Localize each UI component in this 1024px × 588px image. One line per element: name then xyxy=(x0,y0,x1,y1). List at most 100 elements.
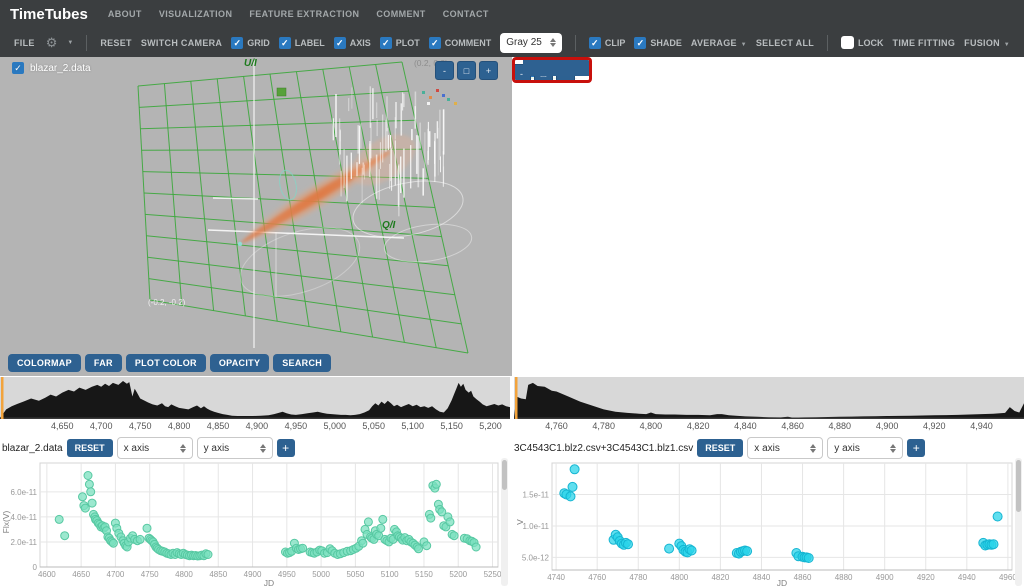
gear-icon[interactable]: ⚙ xyxy=(46,35,58,51)
toggle-label: LABEL xyxy=(295,38,325,48)
zoom-out-button[interactable]: - xyxy=(435,61,454,80)
nav-about[interactable]: ABOUT xyxy=(108,9,142,19)
scatter-chart-right[interactable]: 4740476047804800482048404860488049004920… xyxy=(512,460,1024,588)
data-point[interactable] xyxy=(109,539,117,547)
data-point[interactable] xyxy=(55,515,63,523)
checkbox-plot[interactable]: ✓PLOT xyxy=(380,37,420,49)
checkbox-clip[interactable]: ✓ CLIP xyxy=(589,37,626,49)
fusion-menu[interactable]: FUSION ▼ xyxy=(964,38,1010,48)
x-axis-select[interactable]: x axis xyxy=(117,437,193,459)
data-point[interactable] xyxy=(665,544,674,553)
average-menu[interactable]: AVERAGE ▼ xyxy=(691,38,747,48)
data-point[interactable] xyxy=(204,551,212,559)
zoom-reset-button[interactable]: □ xyxy=(457,61,476,80)
check-icon: ✓ xyxy=(334,37,346,49)
time-cursor[interactable] xyxy=(1,377,4,419)
timeline-tick: 4,900 xyxy=(876,421,899,431)
tool-far[interactable]: FAR xyxy=(85,354,122,372)
data-point[interactable] xyxy=(570,465,579,474)
scrollbar-thumb[interactable] xyxy=(1016,460,1021,512)
x-tick: 4920 xyxy=(917,573,935,582)
updown-icon xyxy=(550,38,556,47)
tool-plot-color[interactable]: PLOT COLOR xyxy=(126,354,206,372)
tool-colormap[interactable]: COLORMAP xyxy=(8,354,81,372)
data-point[interactable] xyxy=(450,532,458,540)
reset-button[interactable]: RESET xyxy=(100,38,132,48)
data-point[interactable] xyxy=(379,515,387,523)
data-point[interactable] xyxy=(472,543,480,551)
add-plot-button[interactable]: + xyxy=(277,439,295,457)
data-point[interactable] xyxy=(359,539,367,547)
data-point[interactable] xyxy=(568,482,577,491)
y-tick: 2.0e-11 xyxy=(10,538,37,547)
tool-opacity[interactable]: OPACITY xyxy=(210,354,269,372)
x-tick: 4950 xyxy=(278,570,296,579)
checkbox-shade[interactable]: ✓ SHADE xyxy=(634,37,682,49)
check-icon[interactable]: ✓ xyxy=(12,62,24,74)
checkbox-axis[interactable]: ✓AXIS xyxy=(334,37,371,49)
data-point[interactable] xyxy=(446,518,454,526)
data-point[interactable] xyxy=(432,480,440,488)
data-point[interactable] xyxy=(299,544,307,552)
data-point[interactable] xyxy=(415,545,423,553)
time-fitting-button[interactable]: TIME FITTING xyxy=(893,38,956,48)
tool-colormap[interactable]: COLORMAP xyxy=(523,57,592,76)
data-point[interactable] xyxy=(804,554,813,563)
x-tick: 5100 xyxy=(381,570,399,579)
data-point[interactable] xyxy=(61,532,69,540)
histogram-right xyxy=(514,377,1024,419)
nav-feature-extraction[interactable]: FEATURE EXTRACTION xyxy=(249,9,359,19)
nav-contact[interactable]: CONTACT xyxy=(443,9,489,19)
checkbox-lock[interactable]: LOCK xyxy=(841,36,884,49)
scatter-chart-left[interactable]: 4600465047004750480048504900495050005050… xyxy=(0,460,512,588)
data-point[interactable] xyxy=(989,540,998,549)
data-point[interactable] xyxy=(84,472,92,480)
data-point[interactable] xyxy=(81,504,89,512)
time-cursor[interactable] xyxy=(515,377,518,419)
y-axis-select[interactable]: y axis xyxy=(197,437,273,459)
data-point[interactable] xyxy=(87,488,95,496)
divider xyxy=(575,35,576,51)
data-point[interactable] xyxy=(377,524,385,532)
axis-label-qi: Q/I xyxy=(382,220,396,231)
zoom-in-button[interactable]: + xyxy=(479,61,498,80)
y-axis-select[interactable]: y axis xyxy=(827,437,903,459)
add-plot-button[interactable]: + xyxy=(907,439,925,457)
timeline-axis-right: 4,7604,7804,8004,8204,8404,8604,8804,900… xyxy=(514,421,1024,434)
data-point[interactable] xyxy=(136,535,144,543)
tool-search[interactable]: SEARCH xyxy=(273,354,331,372)
data-point[interactable] xyxy=(364,518,372,526)
data-point[interactable] xyxy=(85,480,93,488)
data-point[interactable] xyxy=(993,512,1002,521)
data-point[interactable] xyxy=(687,546,696,555)
chevron-down-icon[interactable]: ▼ xyxy=(67,40,73,46)
data-point[interactable] xyxy=(143,524,151,532)
timeline-tick: 5,200 xyxy=(479,421,502,431)
scrollbar[interactable] xyxy=(1015,458,1022,586)
nav-comment[interactable]: COMMENT xyxy=(376,9,425,19)
scrollbar-thumb[interactable] xyxy=(502,460,507,490)
colormap-select[interactable]: Gray 25 xyxy=(500,33,562,53)
data-point[interactable] xyxy=(743,547,752,556)
data-point[interactable] xyxy=(566,492,575,501)
data-point[interactable] xyxy=(427,514,435,522)
tube-view-left[interactable]: U/I (0.2, 0.2) Q/I (-0.2, -0.2) xyxy=(0,57,512,376)
nav-visualization[interactable]: VISUALIZATION xyxy=(159,9,233,19)
switch-camera-button[interactable]: SWITCH CAMERA xyxy=(141,38,222,48)
data-point[interactable] xyxy=(624,540,633,549)
checkbox-label[interactable]: ✓LABEL xyxy=(279,37,325,49)
checkbox-comment[interactable]: ✓COMMENT xyxy=(429,37,492,49)
data-point[interactable] xyxy=(88,499,96,507)
scrollbar[interactable] xyxy=(501,458,508,586)
select-all-button[interactable]: SELECT ALL xyxy=(756,38,814,48)
timeline-histogram-left[interactable]: 4,6504,7004,7504,8004,8504,9004,9505,000… xyxy=(0,377,510,419)
data-point[interactable] xyxy=(423,542,431,550)
checkbox-grid[interactable]: ✓GRID xyxy=(231,37,270,49)
reset-button[interactable]: RESET xyxy=(697,439,743,457)
x-axis-select[interactable]: x axis xyxy=(747,437,823,459)
data-point[interactable] xyxy=(79,493,87,501)
toggle-label: GRID xyxy=(247,38,270,48)
reset-button[interactable]: RESET xyxy=(67,439,113,457)
file-menu[interactable]: FILE xyxy=(14,38,35,48)
timeline-histogram-right[interactable]: 4,7604,7804,8004,8204,8404,8604,8804,900… xyxy=(514,377,1024,419)
